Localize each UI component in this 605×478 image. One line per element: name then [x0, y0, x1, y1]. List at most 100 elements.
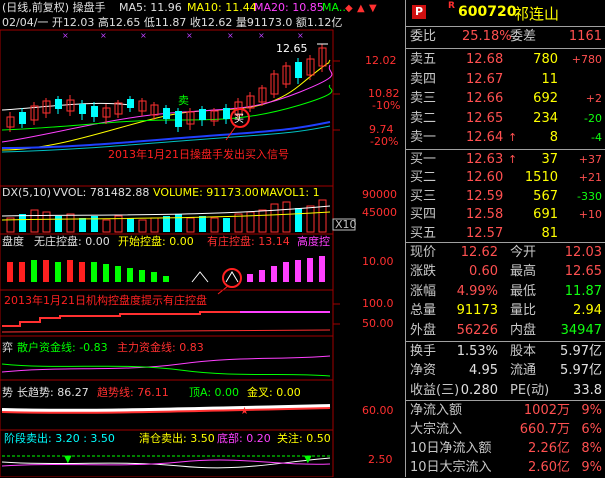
- volume-bars: [6, 199, 327, 233]
- stat-row[interactable]: 涨幅 4.99% 最低 11.87: [406, 282, 605, 302]
- stat-value: 12.03: [564, 245, 602, 260]
- svg-text:×: ×: [258, 31, 265, 40]
- header-down-icon[interactable]: ▼: [369, 3, 377, 14]
- order-volume: 1510: [524, 170, 558, 186]
- sell-order-row[interactable]: 卖四 12.67 11: [406, 70, 605, 90]
- buy-order-row[interactable]: 买二 12.60 1510 +21: [406, 168, 605, 188]
- fund-flow-row[interactable]: 10日净流入额 2.26亿 8%: [406, 439, 605, 459]
- order-price: 12.57: [466, 225, 504, 241]
- trend-axis-label: 100.0: [362, 297, 394, 310]
- fundamental-value: 5.97亿: [560, 344, 602, 359]
- order-price: 12.60: [466, 170, 504, 186]
- stat-label: 量比: [510, 303, 537, 319]
- stat-label: 最低: [510, 283, 537, 299]
- vol-axis-label: 45000: [362, 206, 397, 219]
- flow-percent: 9%: [581, 403, 602, 418]
- order-volume: 234: [533, 110, 558, 126]
- flow-percent: 8%: [581, 441, 602, 456]
- stat-value: 12.65: [564, 264, 602, 280]
- stat-label: 今开: [510, 245, 537, 260]
- stat-row[interactable]: 外盘 56226 内盘 34947: [406, 321, 605, 341]
- header-up-icon[interactable]: ▲: [357, 3, 365, 14]
- chart-title: (日线,前复权) 操盘手: [2, 0, 106, 14]
- stat-value: 91173: [456, 303, 498, 319]
- panel-toggle-button[interactable]: P: [412, 5, 426, 19]
- ma-lines: [1, 59, 333, 153]
- trend-steps: [2, 311, 330, 327]
- ctrl-title: 盘度: [2, 234, 24, 248]
- order-change: -330: [577, 189, 602, 203]
- top-a-label: 顶A: 0.00: [189, 386, 239, 399]
- fundamental-row[interactable]: 收益(三) 0.280 PE(动) 33.8: [406, 381, 605, 401]
- flow-label: 10日大宗流入: [410, 460, 492, 475]
- svg-text:×: ×: [62, 31, 69, 40]
- quote-panel: P R 600720 祁连山 委比 25.18% 委差 1161 卖五 12.68…: [405, 0, 605, 477]
- flow-value: 1002万: [523, 403, 570, 418]
- stage-clear-label: 清仓卖出: 3.50: [139, 431, 215, 445]
- order-price: 12.65: [466, 110, 504, 126]
- order-label: 买四: [410, 207, 437, 223]
- sell-order-row[interactable]: 卖五 12.68 780 +780: [406, 50, 605, 70]
- sell-order-row[interactable]: 卖二 12.65 234 -20: [406, 109, 605, 129]
- fundamental-value: 0.280: [460, 382, 498, 398]
- order-change: -4: [591, 131, 602, 145]
- svg-text:×: ×: [100, 31, 107, 40]
- stage-focus-label: 关注: 0.50: [277, 431, 331, 445]
- fund-flow-row[interactable]: 净流入额 1002万 9%: [406, 401, 605, 421]
- flow-label: 10日净流入额: [410, 441, 492, 456]
- sell-order-row[interactable]: 卖一 12.64 ↑ 8 -4: [406, 128, 605, 148]
- trend-line-label: 趋势线: 76.11: [97, 385, 169, 399]
- order-volume: 11: [541, 71, 558, 87]
- price-axis-label: 12.02: [365, 54, 397, 67]
- stat-row[interactable]: 总量 91173 量比 2.94: [406, 301, 605, 321]
- sell-order-row[interactable]: 卖三 12.66 692 +2: [406, 89, 605, 109]
- fundamental-row[interactable]: 换手 1.53% 股本 5.97亿: [406, 342, 605, 362]
- order-label: 买三: [410, 188, 437, 204]
- buy-order-row[interactable]: 买四 12.58 691 +10: [406, 205, 605, 225]
- order-label: 买一: [410, 152, 437, 167]
- volume-label: VOLUME: 91173.00: [153, 186, 259, 199]
- diff-label: 委差: [510, 29, 537, 44]
- fundamental-label: 收益(三): [410, 382, 460, 398]
- stat-value: 12.62: [460, 245, 498, 260]
- vvol-label: VVOL: 781482.88: [53, 186, 149, 199]
- order-label: 卖一: [410, 130, 437, 146]
- fund-flow-row[interactable]: 大宗流入 660.7万 6%: [406, 420, 605, 440]
- svg-text:×: ×: [297, 31, 304, 40]
- order-volume: 780: [533, 52, 558, 67]
- ctrl-axis-label: 10.00: [362, 255, 394, 268]
- buy-order-row[interactable]: 买三 12.59 567 -330: [406, 187, 605, 207]
- header-diamond-icon[interactable]: ◆: [345, 3, 353, 14]
- star-marker-icon: ★: [240, 406, 249, 417]
- fund-flow-row[interactable]: 10日大宗流入 2.60亿 9%: [406, 458, 605, 478]
- fundamental-value: 1.53%: [456, 344, 498, 359]
- order-volume: 8: [549, 130, 558, 146]
- fundamental-label: 净资: [410, 363, 437, 379]
- order-change: +10: [578, 208, 602, 222]
- stat-row[interactable]: 现价 12.62 今开 12.03: [406, 243, 605, 263]
- stat-value: 11.87: [564, 283, 602, 299]
- order-ratio-row: 委比 25.18% 委差 1161: [406, 27, 605, 47]
- long-trend-label: 长趋势: 86.27: [17, 386, 89, 399]
- buy-order-row[interactable]: 买五 12.57 81: [406, 224, 605, 244]
- stat-label: 内盘: [510, 322, 537, 338]
- trend-axis-label: 50.00: [362, 317, 394, 330]
- stock-chart[interactable]: (日线,前复权) 操盘手 MA5: 11.96 MA10: 11.44 MA20…: [0, 0, 405, 477]
- long-title: 势: [2, 386, 13, 399]
- stat-label: 最高: [510, 264, 537, 280]
- stat-row[interactable]: 涨跌 0.60 最高 12.65: [406, 262, 605, 282]
- vol-axis-label: X10: [335, 218, 357, 231]
- order-price: 12.63: [466, 152, 504, 167]
- buy-order-row[interactable]: 买一 12.63 ↑ 37 +37: [406, 150, 605, 170]
- high-price-label: 12.65: [276, 42, 308, 55]
- order-price: 12.64: [466, 130, 504, 146]
- fundamental-label: 流通: [510, 363, 537, 379]
- mavol-label: MAVOL1: 1: [260, 186, 320, 199]
- diff-value: 1161: [568, 29, 602, 44]
- fundamental-row[interactable]: 净资 4.95 流通 5.97亿: [406, 361, 605, 381]
- flow-value: 2.60亿: [528, 460, 570, 475]
- order-change: +780: [571, 53, 602, 66]
- buy-signal-annotation: 2013年1月21日操盘手发出买入信号: [108, 147, 289, 161]
- order-volume: 567: [533, 188, 558, 204]
- order-volume: 81: [541, 225, 558, 241]
